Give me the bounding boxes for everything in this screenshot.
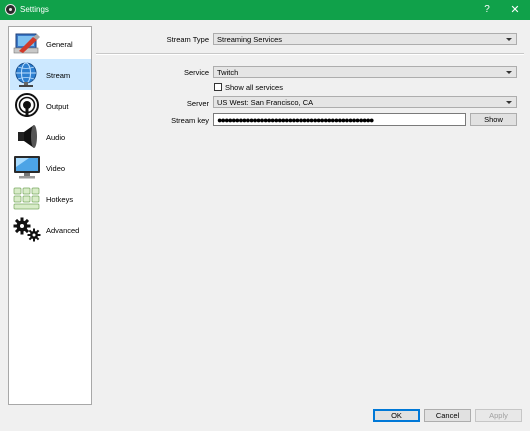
sidebar-item-general[interactable]: General (10, 28, 91, 59)
server-select[interactable]: US West: San Francisco, CA (213, 96, 517, 108)
show-all-services-checkbox[interactable] (214, 83, 222, 91)
section-divider (96, 53, 524, 55)
title-bar: Settings ? ✕ (0, 0, 530, 20)
sidebar-item-label: Output (46, 102, 69, 111)
output-icon (15, 93, 39, 117)
sidebar-item-label: Stream (46, 71, 71, 80)
stream-key-input[interactable]: ●●●●●●●●●●●●●●●●●●●●●●●●●●●●●●●●●●●●●●●●… (213, 113, 466, 126)
chevron-down-icon (506, 71, 512, 74)
sidebar-item-label: Hotkeys (46, 195, 74, 204)
show-key-button[interactable]: Show (470, 113, 517, 126)
server-value: US West: San Francisco, CA (217, 98, 314, 107)
hotkeys-icon (13, 187, 40, 210)
stream-type-select[interactable]: Streaming Services (213, 33, 517, 45)
sidebar-item-video[interactable]: Video (10, 152, 91, 183)
chevron-down-icon (506, 38, 512, 41)
service-label: Service (183, 68, 209, 77)
service-select[interactable]: Twitch (213, 66, 517, 78)
apply-button[interactable]: Apply (475, 409, 522, 422)
server-label: Server (186, 99, 209, 108)
help-button[interactable]: ? (479, 2, 495, 18)
stream-key-label: Stream key (171, 116, 209, 125)
stream-type-label: Stream Type (166, 35, 209, 44)
ok-button[interactable]: OK (373, 409, 420, 422)
sidebar-item-label: Advanced (46, 226, 80, 235)
service-value: Twitch (217, 68, 239, 77)
sidebar-item-audio[interactable]: Audio (10, 121, 91, 152)
sidebar-item-hotkeys[interactable]: Hotkeys (10, 183, 91, 214)
sidebar-item-advanced[interactable]: Advanced (10, 214, 91, 245)
show-all-services-label: Show all services (225, 83, 283, 92)
stream-icon (15, 62, 37, 87)
sidebar-item-label: Video (46, 164, 66, 173)
cancel-button[interactable]: Cancel (424, 409, 471, 422)
general-icon (13, 33, 40, 54)
sidebar-item-stream[interactable]: Stream (10, 59, 91, 90)
stream-settings-panel: Stream Type Streaming Services Service T… (96, 26, 524, 405)
close-button[interactable]: ✕ (506, 2, 524, 18)
settings-sidebar: General Stream Output Audio Video Hotkey… (8, 26, 92, 405)
window-title: Settings (20, 5, 49, 14)
audio-icon (18, 125, 37, 148)
stream-type-value: Streaming Services (217, 35, 283, 44)
sidebar-item-label: Audio (46, 133, 66, 142)
advanced-icon (13, 217, 41, 242)
video-icon (14, 156, 40, 179)
stream-key-mask: ●●●●●●●●●●●●●●●●●●●●●●●●●●●●●●●●●●●●●●●●… (217, 115, 374, 125)
sidebar-item-label: General (46, 40, 73, 49)
obs-app-icon (5, 4, 16, 15)
sidebar-item-output[interactable]: Output (10, 90, 91, 121)
chevron-down-icon (506, 101, 512, 104)
